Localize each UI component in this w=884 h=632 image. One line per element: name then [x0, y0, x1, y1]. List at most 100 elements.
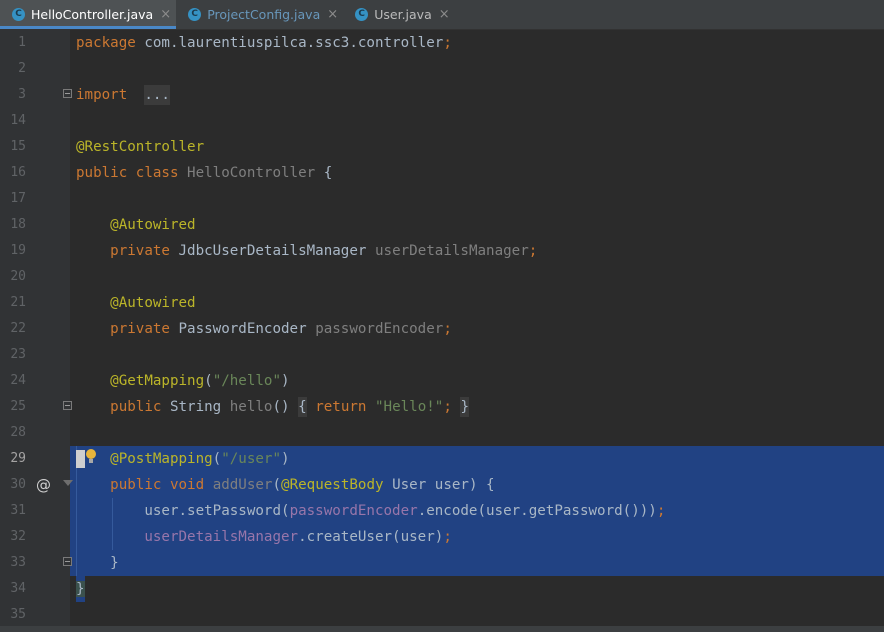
code-text: import ...: [76, 82, 884, 108]
line-number: 14: [0, 108, 26, 134]
code-line[interactable]: 21 @Autowired: [0, 290, 884, 316]
tab-label: HelloController.java: [31, 7, 154, 22]
code-line[interactable]: 3 import ...: [0, 82, 884, 108]
code-token: (: [212, 451, 222, 467]
code-token: ;: [656, 503, 666, 519]
code-text: }: [76, 550, 884, 576]
code-token: ;: [443, 35, 452, 51]
code-line[interactable]: 2: [0, 56, 884, 82]
code-token: userDetailsManager: [374, 243, 529, 259]
implemented-marker-icon[interactable]: @: [36, 472, 51, 498]
code-line[interactable]: 24 @GetMapping("/hello"): [0, 368, 884, 394]
line-number: 34: [0, 576, 26, 602]
code-text: @Autowired: [76, 290, 884, 316]
close-icon[interactable]: ×: [160, 7, 171, 22]
code-token: HelloController: [187, 165, 316, 181]
fold-toggle-icon[interactable]: [63, 557, 72, 566]
code-text: package com.laurentiuspilca.ssc3.control…: [76, 30, 884, 56]
tab-bar-spacer: [455, 0, 884, 29]
code-text: public class HelloController {: [76, 160, 884, 186]
tab-projectconfig-java[interactable]: C ProjectConfig.java ×: [176, 0, 343, 29]
fold-toggle-icon[interactable]: [63, 89, 72, 98]
code-text: @PostMapping("/user"): [76, 446, 884, 472]
code-token: "/hello": [212, 373, 282, 389]
code-token: @Autowired: [110, 217, 196, 233]
code-line[interactable]: 14: [0, 108, 884, 134]
code-text: @RestController: [76, 134, 884, 160]
code-line[interactable]: 23: [0, 342, 884, 368]
code-line[interactable]: 22 private PasswordEncoder passwordEncod…: [0, 316, 884, 342]
code-token: user.setPassword(: [144, 503, 290, 519]
code-line[interactable]: 35: [0, 602, 884, 628]
lightbulb-icon[interactable]: [86, 449, 96, 463]
code-line[interactable]: 28: [0, 420, 884, 446]
code-line[interactable]: 25 public String hello() { return "Hello…: [0, 394, 884, 420]
code-line[interactable]: 17: [0, 186, 884, 212]
code-token: com.laurentiuspilca.ssc3.controller: [144, 35, 444, 51]
code-line[interactable]: 18 @Autowired: [0, 212, 884, 238]
code-line[interactable]: 30 @ public void addUser(@RequestBody Use…: [0, 472, 884, 498]
code-token: ;: [443, 399, 452, 415]
close-icon[interactable]: ×: [327, 7, 338, 22]
code-line[interactable]: 34}: [0, 576, 884, 602]
indent-guide: [112, 498, 113, 524]
code-token: passwordEncoder: [289, 503, 418, 519]
line-number: 21: [0, 290, 26, 316]
close-icon[interactable]: ×: [439, 7, 450, 22]
code-token: package: [76, 35, 136, 51]
code-line[interactable]: 32 userDetailsManager.createUser(user);: [0, 524, 884, 550]
code-token: {: [298, 397, 307, 417]
code-line[interactable]: 15 @RestController: [0, 134, 884, 160]
code-token: addUser: [212, 477, 273, 493]
editor-tab-bar: C HelloController.java × C ProjectConfig.jav…: [0, 0, 884, 30]
code-line[interactable]: 33 }: [0, 550, 884, 576]
code-token: @RequestBody: [281, 477, 384, 493]
line-number: 3: [0, 82, 26, 108]
code-line[interactable]: 16 public class HelloController {: [0, 160, 884, 186]
code-token: JdbcUserDetailsManager: [178, 243, 367, 259]
code-token: .createUser(user): [298, 529, 444, 545]
code-token: String: [169, 399, 222, 415]
code-token: public class: [76, 165, 179, 181]
line-number: 28: [0, 420, 26, 446]
indent-guide: [76, 550, 77, 576]
code-text: private PasswordEncoder passwordEncoder;: [76, 316, 884, 342]
line-number: 24: [0, 368, 26, 394]
class-icon: C: [355, 8, 369, 21]
line-number: 32: [0, 524, 26, 550]
indent-guide: [112, 524, 113, 550]
code-line[interactable]: 31 user.setPassword(passwordEncoder.enco…: [0, 498, 884, 524]
code-text: private JdbcUserDetailsManager userDetai…: [76, 238, 884, 264]
code-line[interactable]: 1 package com.laurentiuspilca.ssc3.contro…: [0, 30, 884, 56]
code-line[interactable]: 19 private JdbcUserDetailsManager userDe…: [0, 238, 884, 264]
fold-toggle-icon[interactable]: [63, 401, 72, 410]
code-token: "/user": [221, 451, 282, 467]
code-token: userDetailsManager: [144, 529, 299, 545]
code-token: ;: [443, 529, 452, 545]
code-line[interactable]: 29 @PostMapping("/user"): [0, 446, 884, 472]
code-token: }: [110, 555, 119, 571]
tab-label: User.java: [374, 7, 432, 22]
code-token: @GetMapping: [110, 373, 205, 389]
code-token: public: [110, 399, 162, 415]
code-editor[interactable]: 1 package com.laurentiuspilca.ssc3.contro…: [0, 30, 884, 628]
horizontal-scrollbar[interactable]: [0, 626, 884, 632]
tab-hellocontroller-java[interactable]: C HelloController.java ×: [0, 0, 177, 29]
code-token: return: [315, 399, 367, 415]
tab-label: ProjectConfig.java: [207, 7, 321, 22]
text-cursor: [76, 450, 85, 468]
code-token: (: [204, 373, 213, 389]
tab-user-java[interactable]: C User.java ×: [343, 0, 455, 29]
code-line[interactable]: 20: [0, 264, 884, 290]
fold-toggle-icon[interactable]: [63, 480, 73, 486]
code-text: public String hello() { return "Hello!";…: [76, 394, 884, 420]
code-token: private: [110, 243, 170, 259]
code-token: @Autowired: [110, 295, 196, 311]
code-text: @Autowired: [76, 212, 884, 238]
